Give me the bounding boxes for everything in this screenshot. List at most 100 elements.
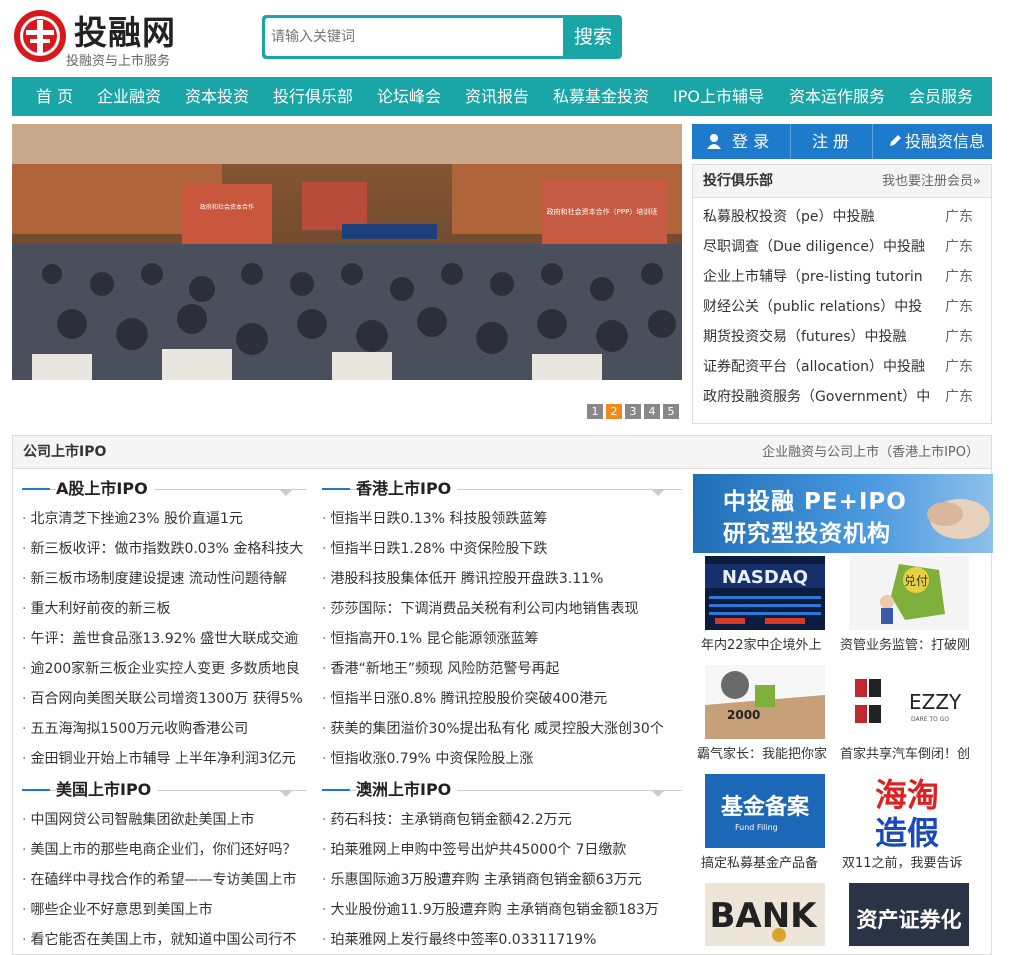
slide-dot[interactable]: 4 (644, 404, 660, 419)
news-item[interactable]: 午评：盖世食品涨13.92% 盛世大联成交逾 (22, 624, 312, 654)
svg-text:NASDAQ: NASDAQ (722, 567, 808, 588)
banner-slide-image[interactable]: 政府和社会资本合作 政府和社会资本合作（PPP）培训班 (12, 124, 682, 380)
news-item[interactable]: 药石科技：主承销商包销金额42.2万元 (322, 805, 677, 835)
news-item[interactable]: 恒指收涨0.79% 中资保险股上涨 (322, 744, 677, 774)
investment-club-panel: 投行俱乐部 我也要注册会员» 私募股权投资（pe）中投融 广东 尽职调查（Due … (692, 164, 992, 424)
news-item[interactable]: 恒指半日跌0.13% 科技股领跌蓝筹 (322, 504, 677, 534)
news-item[interactable]: 恒指高开0.1% 昆仑能源领涨蓝筹 (322, 624, 677, 654)
news-item[interactable]: 新三板市场制度建设提速 流动性问题待解 (22, 564, 312, 594)
ad-line-2: 研究型投资机构 (723, 521, 891, 547)
news-item[interactable]: 五五海淘拟1500万元收购香港公司 (22, 714, 312, 744)
nav-item-home[interactable]: 首 页 (36, 77, 73, 116)
club-item[interactable]: 证券配资平台（allocation）中投融 广东 (703, 352, 988, 382)
logo-icon[interactable] (14, 10, 66, 62)
asset-securitization-thumbnail[interactable]: 资产证券化 (849, 883, 969, 946)
investment-info-label: 投融资信息 (905, 132, 986, 151)
bank-thumbnail[interactable]: BANK (705, 883, 825, 946)
cartoon-image: 2000 (705, 665, 825, 739)
register-member-link[interactable]: 我也要注册会员» (882, 165, 981, 198)
club-item[interactable]: 政府投融资服务（Government）中 广东 (703, 382, 988, 412)
pencil-icon (890, 135, 901, 146)
club-item[interactable]: 期货投资交易（futures）中投融 广东 (703, 322, 988, 352)
logo-title[interactable]: 投融网 (74, 6, 176, 54)
thumb-caption[interactable]: 搞定私募基金产品备 (701, 854, 833, 874)
section-heading-a-share: A股上市IPO (22, 478, 307, 500)
slide-dot-active[interactable]: 2 (606, 404, 622, 419)
nav-item-private-equity[interactable]: 私募基金投资 (553, 77, 649, 116)
register-button[interactable]: 注 册 (812, 124, 849, 159)
payment-thumbnail[interactable]: 兑付 (849, 556, 969, 630)
login-label: 登 录 (732, 132, 770, 151)
nav-item-forum[interactable]: 论坛峰会 (377, 77, 441, 116)
parent-thumbnail[interactable]: 2000 (705, 665, 825, 739)
club-item[interactable]: 企业上市辅导（pre-listing tutorin 广东 (703, 262, 988, 292)
fund-filing-thumbnail[interactable]: 基金备案 Fund Filing (705, 774, 825, 848)
news-item[interactable]: 中国网贷公司智融集团欲赴美国上市 (22, 805, 312, 835)
svg-text:政府和社会资本合作: 政府和社会资本合作 (200, 203, 254, 211)
thumb-caption[interactable]: 年内22家中企境外上 (701, 636, 833, 656)
news-item[interactable]: 百合网向美图关联公司增资1300万 获得5% (22, 684, 312, 714)
news-item[interactable]: 看它能否在美国上市，就知道中国公司行不 (22, 925, 312, 955)
investment-info-button[interactable]: 投融资信息 (888, 124, 985, 159)
section-heading-australia: 澳洲上市IPO (322, 779, 682, 801)
login-button[interactable]: 登 录 (706, 124, 769, 159)
news-item[interactable]: 美国上市的那些电商企业们，你们还好吗？ (22, 835, 312, 865)
nav-item-investment-club[interactable]: 投行俱乐部 (273, 77, 353, 116)
haitao-thumbnail[interactable]: 海淘 造假 (849, 774, 969, 848)
nav-item-capital-investment[interactable]: 资本投资 (185, 77, 249, 116)
club-item[interactable]: 私募股权投资（pe）中投融 广东 (703, 202, 988, 232)
nasdaq-thumbnail[interactable]: NASDAQ (705, 556, 825, 630)
news-item[interactable]: 逾200家新三板企业实控人变更 多数质地良 (22, 654, 312, 684)
login-bar: 登 录 注 册 投融资信息 (692, 124, 992, 159)
news-item[interactable]: 大业股份逾11.9万股遭弃购 主承销商包销金额183万 (322, 895, 677, 925)
pe-ipo-ad-banner[interactable]: 中投融 PE+IPO 研究型投资机构 (693, 474, 993, 553)
news-item[interactable]: 在磕绊中寻找合作的希望——专访美国上市 (22, 865, 312, 895)
news-item[interactable]: 珀莱雅网上申购中签号出炉共45000个 7日缴款 (322, 835, 677, 865)
news-item[interactable]: 北京清芝下挫逾23% 股价直逼1元 (22, 504, 312, 534)
news-item[interactable]: 重大利好前夜的新三板 (22, 594, 312, 624)
news-item[interactable]: 珀莱雅网上发行最终中签率0.03311719% (322, 925, 677, 955)
search-input[interactable] (265, 18, 563, 56)
news-item[interactable]: 香港“新地王”频现 风险防范警号再起 (322, 654, 677, 684)
nasdaq-image: NASDAQ (705, 556, 825, 630)
thumb-caption[interactable]: 首家共享汽车倒闭！创 (840, 745, 982, 765)
news-item[interactable]: 恒指半日跌1.28% 中资保险股下跌 (322, 534, 677, 564)
ipo-more-link[interactable]: 企业融资与公司上市（香港上市IPO） (762, 436, 979, 469)
thumb-caption[interactable]: 霸气家长：我能把你家 (697, 745, 833, 765)
slide-pagination: 12345 (587, 404, 682, 419)
nav-item-reports[interactable]: 资讯报告 (465, 77, 529, 116)
slide-dot[interactable]: 1 (587, 404, 603, 419)
handshake-icon (927, 499, 990, 539)
news-item[interactable]: 新三板收评：做市指数跌0.03% 金格科技大 (22, 534, 312, 564)
svg-text:DARE TO GO: DARE TO GO (911, 716, 949, 723)
nav-item-ipo-tutoring[interactable]: IPO上市辅导 (673, 77, 764, 116)
svg-text:造假: 造假 (875, 814, 939, 848)
payment-image: 兑付 (849, 556, 969, 630)
site-header: 投融网 投融资与上市服务 搜索 (0, 0, 1010, 75)
ezzy-thumbnail[interactable]: EZZY DARE TO GO (849, 665, 969, 739)
thumb-caption[interactable]: 双11之前，我要告诉 (842, 854, 982, 874)
club-title: 投行俱乐部 (703, 173, 773, 189)
search-button[interactable]: 搜索 (564, 15, 622, 59)
news-item[interactable]: 哪些企业不好意思到美国上市 (22, 895, 312, 925)
news-item[interactable]: 金田铜业开始上市辅导 上半年净利润3亿元 (22, 744, 312, 774)
svg-text:2000: 2000 (727, 708, 760, 722)
section-heading-us: 美国上市IPO (22, 779, 307, 801)
nav-item-member-service[interactable]: 会员服务 (909, 77, 973, 116)
thumb-caption[interactable]: 资管业务监管：打破刚 (840, 636, 982, 656)
news-item[interactable]: 恒指半日涨0.8% 腾讯控股股价突破400港元 (322, 684, 677, 714)
nav-item-enterprise-financing[interactable]: 企业融资 (97, 77, 161, 116)
club-item[interactable]: 财经公关（public relations）中投 广东 (703, 292, 988, 322)
ipo-header: 公司上市IPO 企业融资与公司上市（香港上市IPO） (13, 436, 991, 469)
svg-text:BANK: BANK (709, 896, 818, 936)
club-item[interactable]: 尽职调查（Due diligence）中投融 广东 (703, 232, 988, 262)
news-item[interactable]: 港股科技股集体低开 腾讯控股开盘跌3.11% (322, 564, 677, 594)
bank-image: BANK (705, 883, 825, 946)
slide-dot[interactable]: 3 (625, 404, 641, 419)
fund-filing-image: 基金备案 Fund Filing (705, 774, 825, 848)
news-item[interactable]: 获美的集团溢价30%提出私有化 威灵控股大涨创30个 (322, 714, 677, 744)
news-item[interactable]: 乐惠国际逾3万股遭弃购 主承销商包销金额63万元 (322, 865, 677, 895)
nav-item-capital-operation[interactable]: 资本运作服务 (789, 77, 885, 116)
news-item[interactable]: 莎莎国际：下调消费品关税有利公司内地销售表现 (322, 594, 677, 624)
slide-dot[interactable]: 5 (663, 404, 679, 419)
